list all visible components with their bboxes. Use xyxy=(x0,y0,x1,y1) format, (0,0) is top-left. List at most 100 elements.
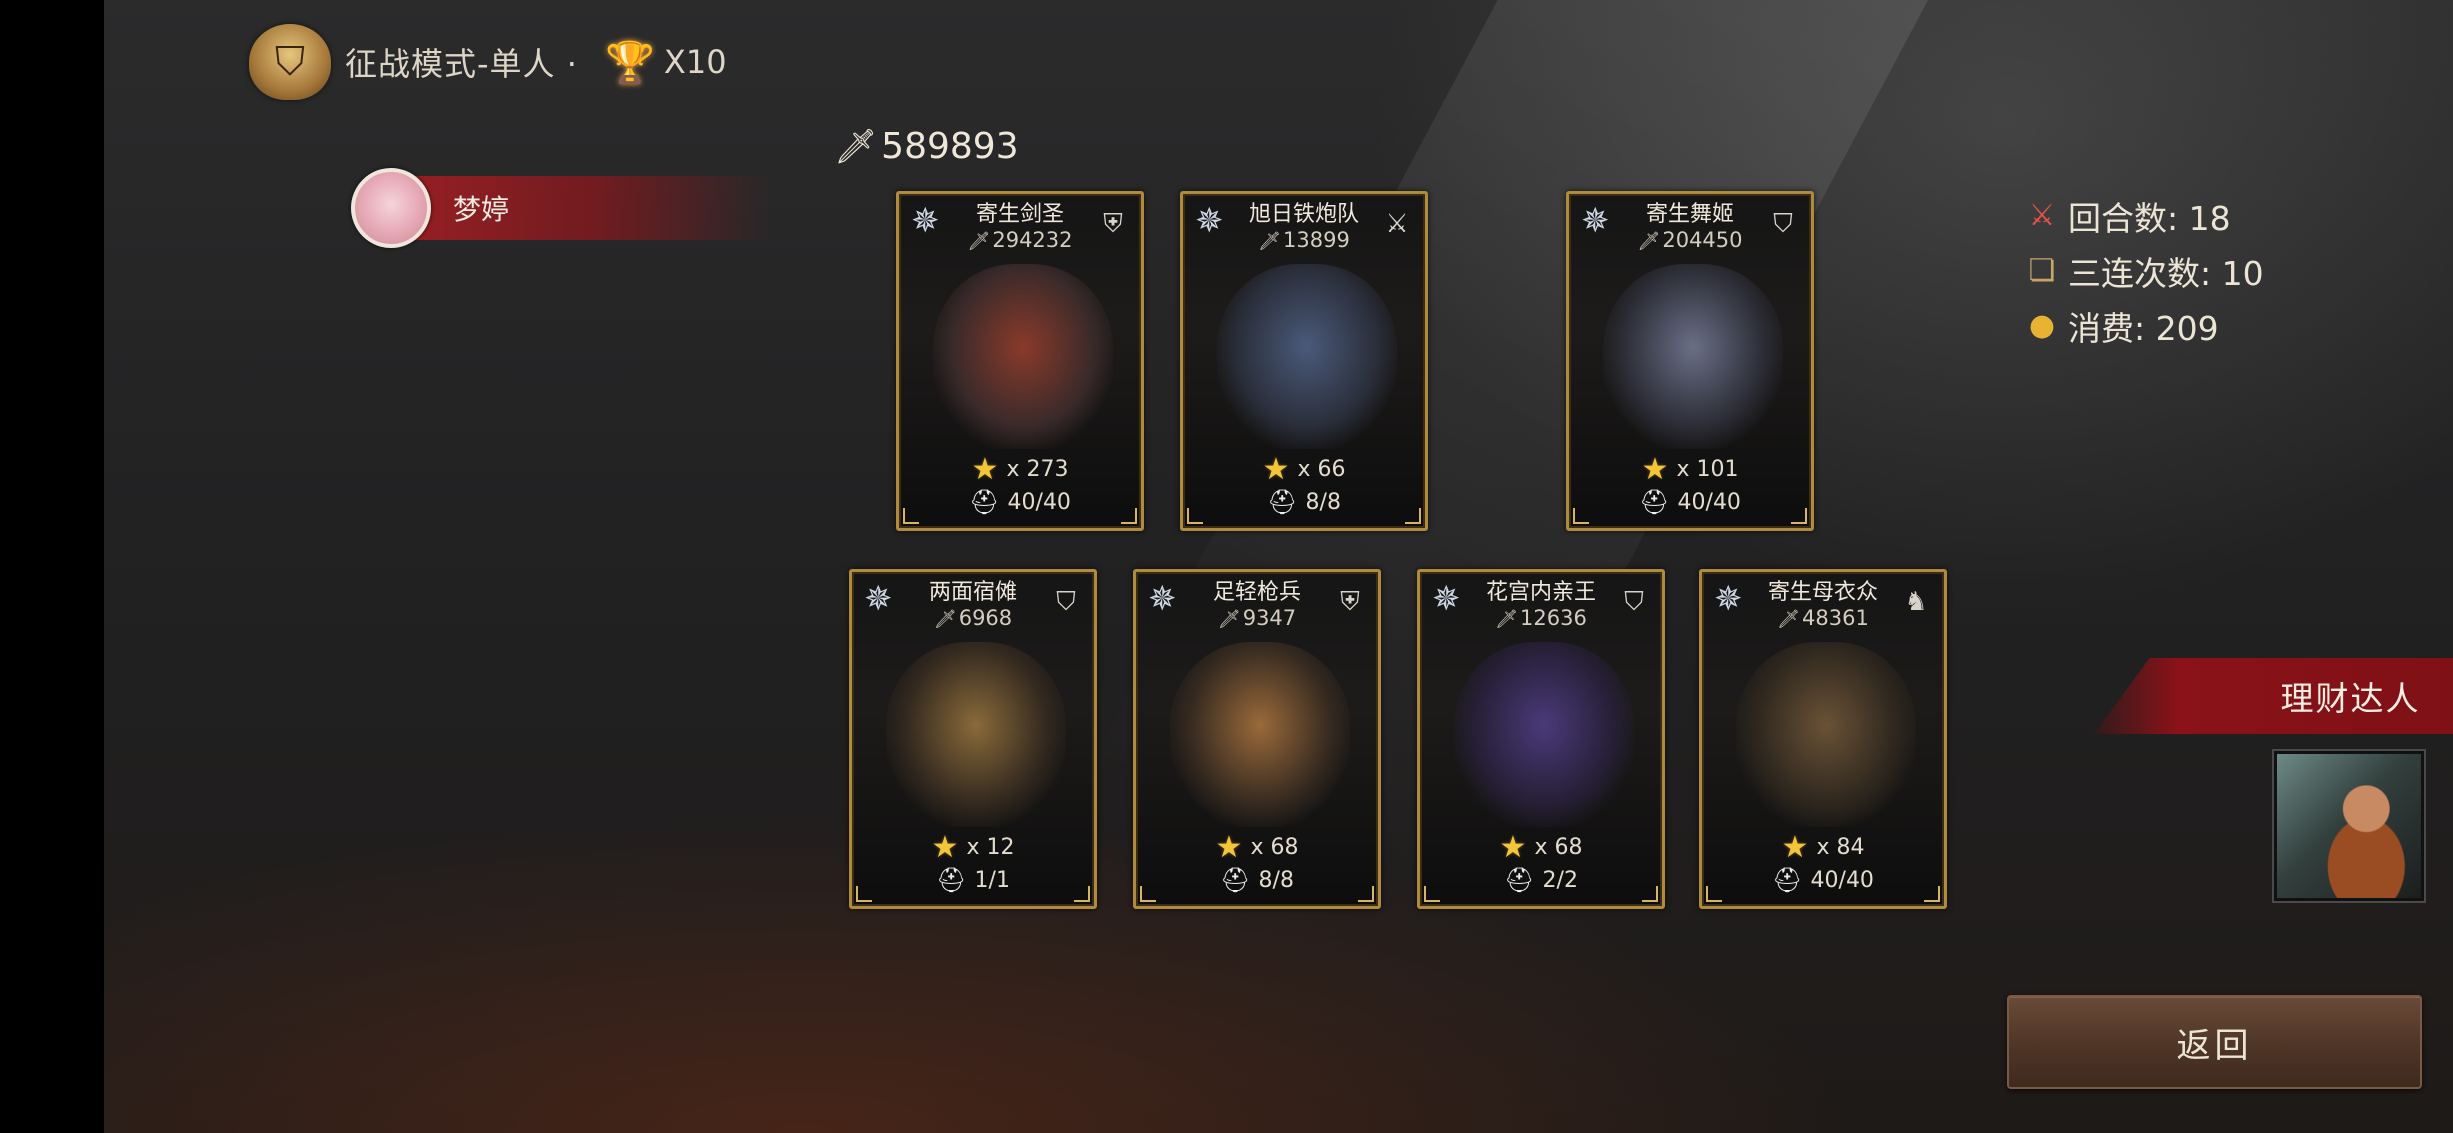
star-icon: ★ xyxy=(1215,830,1243,865)
helmet-icon: ⛑ xyxy=(1772,866,1803,894)
unit-stars-value: x 12 xyxy=(966,835,1015,860)
helmet-icon: ⛑ xyxy=(1639,488,1670,516)
unit-stars: ★ x 12 xyxy=(852,830,1094,865)
unit-card[interactable]: ✵ ⚔ 旭日铁炮队 🗡13899 ★ x 66 ⛑ 8/8 xyxy=(1180,191,1428,531)
unit-card[interactable]: ✵ ⛉ 两面宿傩 🗡6968 ★ x 12 ⛑ 1/1 xyxy=(849,569,1097,909)
unit-card[interactable]: ✵ ⛉ 花宫内亲王 🗡12636 ★ x 68 ⛑ 2/2 xyxy=(1417,569,1665,909)
sword-icon: 🗡 xyxy=(933,609,957,630)
unit-power: 🗡12636 xyxy=(1420,606,1662,630)
unit-power-value: 204450 xyxy=(1662,228,1743,252)
unit-troops: ⛑ 2/2 xyxy=(1420,866,1662,894)
unit-troops: ⛑ 40/40 xyxy=(1702,866,1944,894)
unit-troops: ⛑ 8/8 xyxy=(1183,488,1425,516)
stat-triple-label: 三连次数: 10 xyxy=(2068,253,2264,293)
helmet-icon: ⛑ xyxy=(1267,488,1298,516)
unit-card[interactable]: ✵ ⛨ 寄生剑圣 🗡294232 ★ x 273 ⛑ 40/40 xyxy=(896,191,1144,531)
unit-figure xyxy=(1454,642,1634,827)
unit-stars: ★ x 66 xyxy=(1183,452,1425,487)
star-icon: ★ xyxy=(931,830,959,865)
unit-figure xyxy=(933,264,1113,449)
unit-power: 🗡9347 xyxy=(1136,606,1378,630)
unit-stars-value: x 66 xyxy=(1297,457,1346,482)
stat-cost: ● 消费: 209 xyxy=(2022,298,2264,353)
unit-stars: ★ x 101 xyxy=(1569,452,1811,487)
sword-icon: 🗡 xyxy=(1217,609,1241,630)
star-icon: ★ xyxy=(1641,452,1669,487)
helmet-icon: ⛑ xyxy=(969,488,1000,516)
star-icon: ★ xyxy=(971,452,999,487)
unit-name: 两面宿傩 xyxy=(928,580,1017,605)
unit-figure xyxy=(1736,642,1916,827)
flaming-chalice-icon: 🏆 xyxy=(605,39,655,86)
unit-troops-value: 40/40 xyxy=(1007,489,1071,515)
stat-rounds-label: 回合数: 18 xyxy=(2068,198,2231,238)
stat-rounds: ⚔ 回合数: 18 xyxy=(2022,188,2264,243)
total-power: 🗡 589893 xyxy=(834,126,1019,167)
card-stack-icon: ❏ xyxy=(2028,253,2056,288)
unit-troops-value: 2/2 xyxy=(1542,867,1578,893)
unit-troops-value: 8/8 xyxy=(1305,489,1341,515)
helmet-icon: ⛑ xyxy=(1504,866,1535,894)
unit-name: 寄生舞姬 xyxy=(1645,202,1734,227)
unit-stars-value: x 68 xyxy=(1534,835,1583,860)
star-icon: ★ xyxy=(1781,830,1809,865)
unit-power: 🗡48361 xyxy=(1702,606,1944,630)
sword-icon: 🗡 xyxy=(834,126,878,167)
unit-stars-value: x 68 xyxy=(1250,835,1299,860)
multiplier-label: X10 xyxy=(663,43,727,81)
back-button[interactable]: 返回 xyxy=(2007,995,2422,1089)
unit-stars: ★ x 273 xyxy=(899,452,1141,487)
player-banner: 梦婷 xyxy=(351,168,771,248)
crossed-axes-icon: ⚔ xyxy=(2028,198,2056,233)
star-icon: ★ xyxy=(1499,830,1527,865)
unit-troops-value: 8/8 xyxy=(1258,867,1294,893)
spartan-helmet-icon: ⛉ xyxy=(249,24,331,100)
unit-figure xyxy=(1217,264,1397,449)
unit-troops-value: 40/40 xyxy=(1810,867,1874,893)
unit-stars-value: x 273 xyxy=(1006,457,1069,482)
unit-name: 寄生剑圣 xyxy=(975,202,1064,227)
unit-stars: ★ x 84 xyxy=(1702,830,1944,865)
unit-name: 寄生母衣众 xyxy=(1767,580,1878,605)
player-avatar[interactable] xyxy=(351,168,431,248)
unit-troops: ⛑ 40/40 xyxy=(899,488,1141,516)
game-screen: ⛉ 征战模式-单人 · 🏆 X10 梦婷 🗡 589893 ✵ ⛨ 寄生剑圣 🗡… xyxy=(104,0,2453,1133)
unit-name: 旭日铁炮队 xyxy=(1248,202,1359,227)
sword-icon: 🗡 xyxy=(1777,609,1801,630)
stat-triple: ❏ 三连次数: 10 xyxy=(2022,243,2264,298)
achievement-title: 理财达人 xyxy=(2280,679,2421,718)
unit-stars-value: x 84 xyxy=(1816,835,1865,860)
star-icon: ★ xyxy=(1262,452,1290,487)
unit-troops: ⛑ 1/1 xyxy=(852,866,1094,894)
achievement-portrait[interactable] xyxy=(2272,749,2426,903)
unit-power: 🗡6968 xyxy=(852,606,1094,630)
unit-power-value: 48361 xyxy=(1802,606,1869,630)
unit-troops: ⛑ 40/40 xyxy=(1569,488,1811,516)
sword-icon: 🗡 xyxy=(1258,231,1282,252)
sword-icon: 🗡 xyxy=(1637,231,1661,252)
unit-stars: ★ x 68 xyxy=(1136,830,1378,865)
mode-title: 征战模式-单人 · xyxy=(345,45,578,83)
coin-icon: ● xyxy=(2028,308,2056,343)
unit-figure xyxy=(886,642,1066,827)
stat-cost-label: 消费: 209 xyxy=(2068,308,2219,348)
unit-card[interactable]: ✵ ⛨ 足轻枪兵 🗡9347 ★ x 68 ⛑ 8/8 xyxy=(1133,569,1381,909)
achievement-banner: 理财达人 xyxy=(2094,658,2453,734)
unit-troops-value: 40/40 xyxy=(1677,489,1741,515)
unit-figure xyxy=(1603,264,1783,449)
unit-card[interactable]: ✵ ♞ 寄生母衣众 🗡48361 ★ x 84 ⛑ 40/40 xyxy=(1699,569,1947,909)
unit-power: 🗡13899 xyxy=(1183,228,1425,252)
unit-stars-value: x 101 xyxy=(1676,457,1739,482)
unit-troops: ⛑ 8/8 xyxy=(1136,866,1378,894)
player-name: 梦婷 xyxy=(453,193,510,226)
unit-name: 足轻枪兵 xyxy=(1212,580,1301,605)
unit-power: 🗡204450 xyxy=(1569,228,1811,252)
mode-header: ⛉ 征战模式-单人 · 🏆 X10 xyxy=(249,22,727,102)
unit-troops-value: 1/1 xyxy=(974,867,1010,893)
unit-figure xyxy=(1170,642,1350,827)
letterbox-left xyxy=(0,0,104,1133)
total-power-value: 589893 xyxy=(881,126,1019,167)
unit-card[interactable]: ✵ ⛉ 寄生舞姬 🗡204450 ★ x 101 ⛑ 40/40 xyxy=(1566,191,1814,531)
unit-power-value: 6968 xyxy=(958,606,1013,630)
unit-power-value: 294232 xyxy=(992,228,1073,252)
